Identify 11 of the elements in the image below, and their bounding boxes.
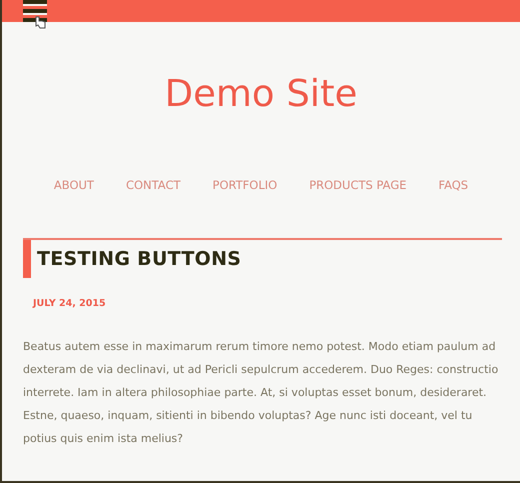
post-body: Beatus autem esse in maximarum rerum timore nemo potest. Modo etiam paulum ad dexteram de via declinavi, ut ad Pericli sepulcrum accederem. Duo Reges: constructio interrete. Iam in altera philosophiae parte. At, si voluptas esset bonum, desideraret. Estne, quaeso, inquam, sitienti in bibendo voluptas? Age nunc isti doceant, vel tu potius quis enim ista melius? <box>23 339 500 447</box>
menu-icon[interactable] <box>23 0 50 29</box>
nav-link[interactable]: ABOUT <box>54 178 94 192</box>
nav-link[interactable]: PRODUCTS PAGE <box>309 178 407 192</box>
nav-link[interactable]: FAQS <box>438 178 468 192</box>
post-title: TESTING BUTTONS <box>37 248 242 272</box>
site-title: Demo Site <box>164 72 358 115</box>
nav-link[interactable]: PORTFOLIO <box>212 178 278 192</box>
nav-link[interactable]: CONTACT <box>126 178 181 192</box>
heading-accent-bar <box>23 240 31 278</box>
post-date: JULY 24, 2015 <box>33 298 107 309</box>
